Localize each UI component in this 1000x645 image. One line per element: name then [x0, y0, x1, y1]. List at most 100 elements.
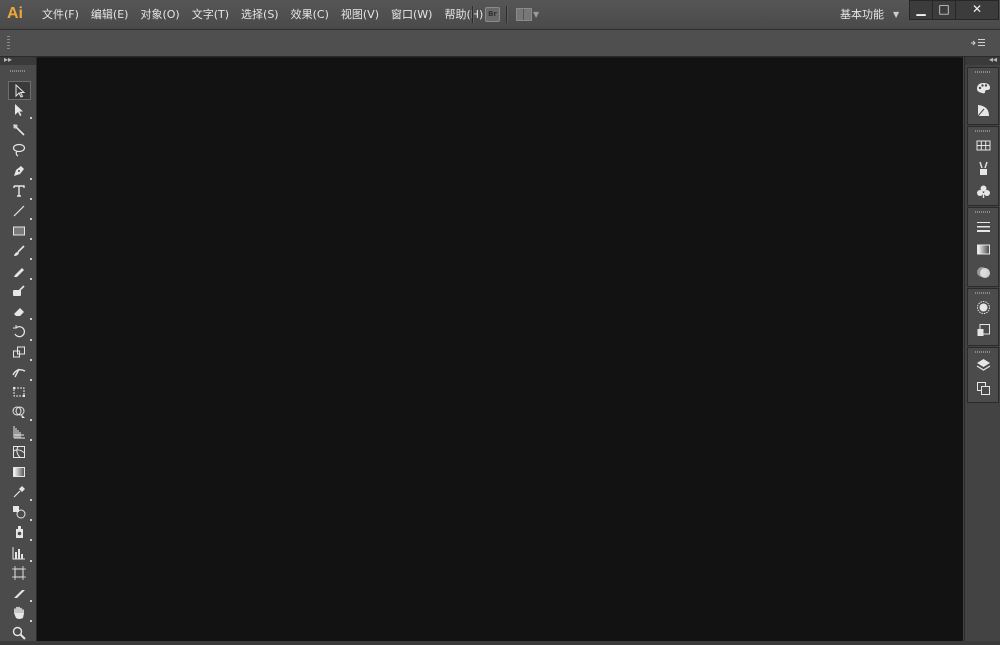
- mesh-tool[interactable]: [8, 443, 30, 461]
- eraser-tool[interactable]: [8, 302, 32, 320]
- panel-dock: ◂◂: [964, 55, 1000, 642]
- color-panel-button[interactable]: [974, 78, 992, 96]
- scale-tool[interactable]: [8, 343, 32, 361]
- hand-tool[interactable]: [8, 604, 32, 622]
- layers-panel-icon: [976, 358, 990, 371]
- slice-tool[interactable]: [8, 584, 32, 602]
- menu-separator: [472, 6, 474, 23]
- color-guide-panel-button[interactable]: [974, 101, 992, 119]
- pen-tool[interactable]: [8, 162, 32, 180]
- rotate-tool[interactable]: [8, 323, 32, 341]
- brushes-panel-button[interactable]: [974, 159, 992, 177]
- minimize-button[interactable]: ▁: [909, 0, 933, 20]
- control-bar-grip[interactable]: [7, 36, 10, 50]
- close-button[interactable]: ✕: [955, 0, 999, 20]
- paintbrush-icon: [14, 245, 25, 256]
- gradient-panel-icon: [976, 244, 990, 254]
- artboard-icon: [12, 566, 26, 580]
- color-guide-panel-icon: [977, 104, 989, 116]
- transparency-panel-icon: [976, 266, 990, 278]
- menu-window[interactable]: 窗口(W): [385, 0, 438, 29]
- dock-group-grip[interactable]: [975, 130, 991, 132]
- menu-effect[interactable]: 效果(C): [285, 0, 335, 29]
- artboards-panel-button[interactable]: [974, 379, 992, 397]
- graphic-styles-panel-button[interactable]: [974, 321, 992, 339]
- free-transform-tool[interactable]: [8, 383, 30, 401]
- stroke-panel-button[interactable]: [974, 217, 992, 235]
- main-menu: 文件(F) 编辑(E) 对象(O) 文字(T) 选择(S) 效果(C) 视图(V…: [36, 0, 489, 29]
- window-bottom-edge: [0, 641, 1000, 645]
- menu-edit[interactable]: 编辑(E): [85, 0, 135, 29]
- dock-group-grip[interactable]: [975, 292, 991, 294]
- dock-group-appearance: [967, 288, 999, 346]
- hand-icon: [14, 606, 24, 619]
- layers-panel-button[interactable]: [974, 356, 992, 374]
- control-bar: [0, 30, 1000, 57]
- menu-type[interactable]: 文字(T): [186, 0, 235, 29]
- menu-object[interactable]: 对象(O): [134, 0, 185, 29]
- selection-arrow-icon: [15, 83, 25, 98]
- tools-panel-grip[interactable]: [10, 70, 26, 72]
- type-tool[interactable]: [8, 182, 32, 200]
- blend-tool[interactable]: [8, 503, 32, 521]
- minimize-icon: ▁: [916, 2, 926, 16]
- pen-icon: [14, 166, 24, 176]
- arrange-documents-button[interactable]: ▼: [516, 8, 540, 21]
- width-icon: [12, 368, 26, 378]
- width-tool[interactable]: [8, 363, 32, 381]
- slice-icon: [14, 590, 25, 598]
- pencil-icon: [14, 268, 24, 277]
- symbol-sprayer-icon: [16, 526, 23, 538]
- chevron-down-icon: ▼: [893, 10, 900, 19]
- gradient-tool[interactable]: [8, 463, 30, 481]
- mesh-icon: [13, 446, 25, 458]
- maximize-button[interactable]: □: [932, 0, 956, 20]
- go-to-bridge-button[interactable]: Br: [485, 7, 500, 22]
- expand-panel-icon[interactable]: ▸▸: [4, 55, 12, 64]
- magic-wand-tool[interactable]: [8, 121, 30, 139]
- eraser-icon: [14, 308, 24, 316]
- shape-builder-tool[interactable]: [8, 403, 32, 421]
- symbols-panel-icon: [976, 185, 990, 198]
- eyedropper-icon: [13, 486, 25, 498]
- control-bar-menu-icon[interactable]: [970, 37, 986, 49]
- document-canvas-area[interactable]: [37, 57, 963, 642]
- symbol-sprayer-tool[interactable]: [8, 523, 32, 541]
- lasso-tool[interactable]: [8, 141, 30, 159]
- symbols-panel-button[interactable]: [974, 182, 992, 200]
- column-graph-tool[interactable]: [8, 544, 32, 562]
- dock-group-swatches: [967, 126, 999, 206]
- dock-group-grip[interactable]: [975, 351, 991, 353]
- blob-brush-tool[interactable]: [8, 282, 30, 300]
- perspective-grid-tool[interactable]: [8, 423, 32, 441]
- dock-group-grip[interactable]: [975, 211, 991, 213]
- transparency-panel-button[interactable]: [974, 263, 992, 281]
- dock-group-stroke: [967, 207, 999, 287]
- selection-tool[interactable]: [8, 81, 31, 100]
- workspace-switcher[interactable]: 基本功能: [840, 0, 884, 29]
- menu-help[interactable]: 帮助(H): [438, 0, 489, 29]
- dock-group-grip[interactable]: [975, 71, 991, 73]
- appearance-panel-button[interactable]: [974, 298, 992, 316]
- line-segment-tool[interactable]: [8, 202, 32, 220]
- menu-file[interactable]: 文件(F): [36, 0, 85, 29]
- swatches-panel-button[interactable]: [974, 136, 992, 154]
- menu-select[interactable]: 选择(S): [235, 0, 285, 29]
- scale-icon: [13, 346, 25, 358]
- artboards-panel-icon: [976, 381, 990, 395]
- blob-brush-icon: [13, 285, 25, 296]
- dock-group-layers: [967, 347, 999, 403]
- eyedropper-tool[interactable]: [8, 483, 32, 501]
- collapse-panel-icon[interactable]: ◂◂: [989, 55, 997, 64]
- rectangle-tool[interactable]: [8, 222, 32, 240]
- artboard-tool[interactable]: [8, 564, 30, 582]
- zoom-tool[interactable]: [8, 624, 30, 642]
- gradient-panel-button[interactable]: [974, 240, 992, 258]
- rectangle-icon: [13, 226, 25, 236]
- magic-wand-icon: [13, 124, 25, 136]
- direct-selection-tool[interactable]: [8, 101, 32, 119]
- pencil-tool[interactable]: [8, 262, 32, 280]
- paintbrush-tool[interactable]: [8, 242, 32, 260]
- menu-view[interactable]: 视图(V): [335, 0, 385, 29]
- lasso-icon: [12, 143, 26, 157]
